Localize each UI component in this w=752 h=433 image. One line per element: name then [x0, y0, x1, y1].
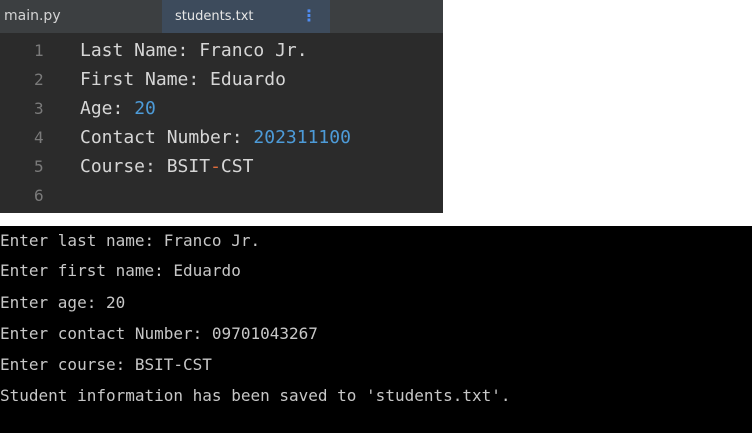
line-number: 5 [34, 157, 44, 176]
line-key: Course: [80, 156, 167, 177]
code-line: 5 Course: BSIT-CST [0, 152, 443, 181]
tab-main-py[interactable]: main.py [0, 0, 162, 33]
line-value: Franco Jr. [199, 40, 308, 61]
line-text: Contact Number: 202311100 [80, 123, 351, 152]
code-line: 4 Contact Number: 202311100 [0, 123, 443, 152]
terminal-line: Enter contact Number: 09701043267 [0, 324, 318, 343]
line-number: 6 [34, 186, 44, 205]
line-value-operator: - [210, 156, 221, 177]
terminal-line: Enter first name: Eduardo [0, 261, 241, 280]
editor-tab-bar: main.py students.txt ⋮ [0, 0, 443, 33]
line-key: Contact Number: [80, 127, 254, 148]
line-key: Last Name: [80, 40, 200, 61]
terminal-line: Enter course: BSIT-CST [0, 355, 212, 374]
terminal-line: Enter age: 20 [0, 293, 126, 312]
line-value-number: 20 [134, 98, 156, 119]
line-text: Last Name: Franco Jr. [80, 36, 308, 65]
terminal-line: Enter last name: Franco Jr. [0, 231, 261, 250]
line-text: Age: 20 [80, 94, 156, 123]
terminal-output[interactable]: Enter last name: Franco Jr. Enter first … [0, 226, 752, 433]
code-line: 3 Age: 20 [0, 94, 443, 123]
line-text: First Name: Eduardo [80, 65, 286, 94]
line-value: BSIT [166, 156, 211, 177]
line-value: CST [220, 156, 254, 177]
line-number: 2 [34, 70, 44, 89]
line-number: 3 [34, 99, 44, 118]
line-key: Age: [80, 98, 135, 119]
line-key: First Name: [80, 69, 211, 90]
code-line: 2 First Name: Eduardo [0, 65, 443, 94]
terminal-line: Student information has been saved to 's… [0, 386, 511, 405]
code-editor-panel: main.py students.txt ⋮ 1 Last Name: Fran… [0, 0, 443, 213]
code-area[interactable]: 1 Last Name: Franco Jr. 2 First Name: Ed… [0, 36, 443, 210]
code-line: 1 Last Name: Franco Jr. [0, 36, 443, 65]
line-value: Eduardo [210, 69, 286, 90]
line-text: Course: BSIT-CST [80, 152, 253, 181]
tab-menu-icon[interactable]: ⋮ [301, 0, 317, 33]
line-number: 4 [34, 128, 44, 147]
line-value-number: 202311100 [253, 127, 351, 148]
line-number: 1 [34, 41, 44, 60]
code-line: 6 [0, 181, 443, 210]
